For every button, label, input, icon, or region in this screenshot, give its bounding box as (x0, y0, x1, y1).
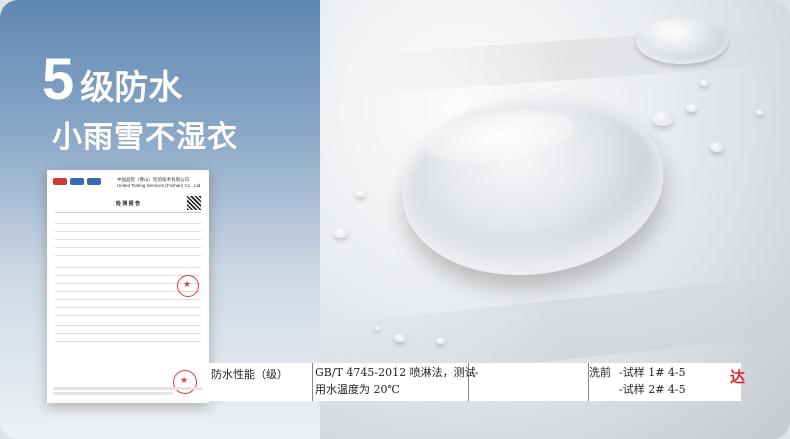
report-row (55, 234, 201, 240)
red-mark: 达 (730, 368, 746, 386)
star-icon: ★ (180, 375, 189, 385)
report-row (55, 242, 201, 248)
report-row (55, 320, 201, 326)
table-cell: -- (469, 363, 589, 401)
headline: 5 级防水 (42, 46, 182, 113)
report-row (55, 262, 201, 268)
wash-state-label: 洗前 (589, 366, 611, 379)
water-droplet (700, 80, 708, 86)
report-footer (53, 387, 203, 395)
headline-number: 5 (42, 47, 75, 112)
water-droplet (686, 104, 698, 112)
report-row (55, 336, 201, 342)
water-droplet (394, 334, 406, 342)
test-method-line2: 用水温度为 20℃ (315, 383, 400, 396)
water-droplet (636, 18, 728, 64)
ilac-logo-icon (70, 178, 84, 185)
water-droplet (334, 228, 348, 238)
water-droplet (710, 142, 724, 152)
report-row (55, 310, 201, 316)
requirement-value: -- (471, 366, 479, 379)
report-row (55, 218, 201, 224)
lab-name: 中国品检（佛山）检验技术有限公司 United Testing Services… (117, 177, 200, 189)
test-report-document: 中国品检（佛山）检验技术有限公司 United Testing Services… (47, 170, 209, 403)
test-result-table-strip: 防水性能（级） GB/T 4745-2012 喷淋法，测试 用水温度为 20℃ … (209, 363, 741, 401)
water-droplet (756, 110, 763, 115)
report-row (55, 302, 201, 308)
table-cell: 防水性能（级） (209, 363, 313, 401)
water-droplet (356, 190, 366, 197)
certification-logos (53, 178, 101, 185)
sample-result: -试样 2# 4-5 (619, 383, 686, 396)
cma-logo-icon (53, 178, 67, 185)
subheadline: 小雨雪不湿衣 (52, 121, 238, 154)
report-row (55, 294, 201, 300)
lab-name-en: United Testing Services (Foshan) Co., Lt… (117, 183, 201, 188)
table-cell: 洗前 -试样 1# 4-5 -试样 2# 4-5 (589, 363, 741, 401)
report-row (55, 250, 201, 256)
water-droplet (374, 326, 380, 330)
star-icon: ★ (183, 279, 192, 289)
report-title: 检 测 报 告 (115, 201, 141, 207)
water-droplet (436, 338, 445, 344)
property-label: 防水性能（级） (211, 368, 288, 381)
test-method-line1: GB/T 4745-2012 喷淋法，测试 (315, 366, 476, 379)
cnas-logo-icon (87, 178, 101, 185)
table-cell: GB/T 4745-2012 喷淋法，测试 用水温度为 20℃ (313, 363, 476, 401)
report-row (55, 270, 201, 276)
report-row (55, 226, 201, 232)
divider (55, 212, 201, 213)
sample-result: -试样 1# 4-5 (619, 366, 686, 379)
water-droplet (652, 112, 674, 126)
report-row (55, 328, 201, 334)
product-banner: 5 级防水 小雨雪不湿衣 中国品检（佛山）检验技术有限公司 United Test… (0, 0, 790, 439)
headline-text: 级防水 (80, 69, 183, 107)
